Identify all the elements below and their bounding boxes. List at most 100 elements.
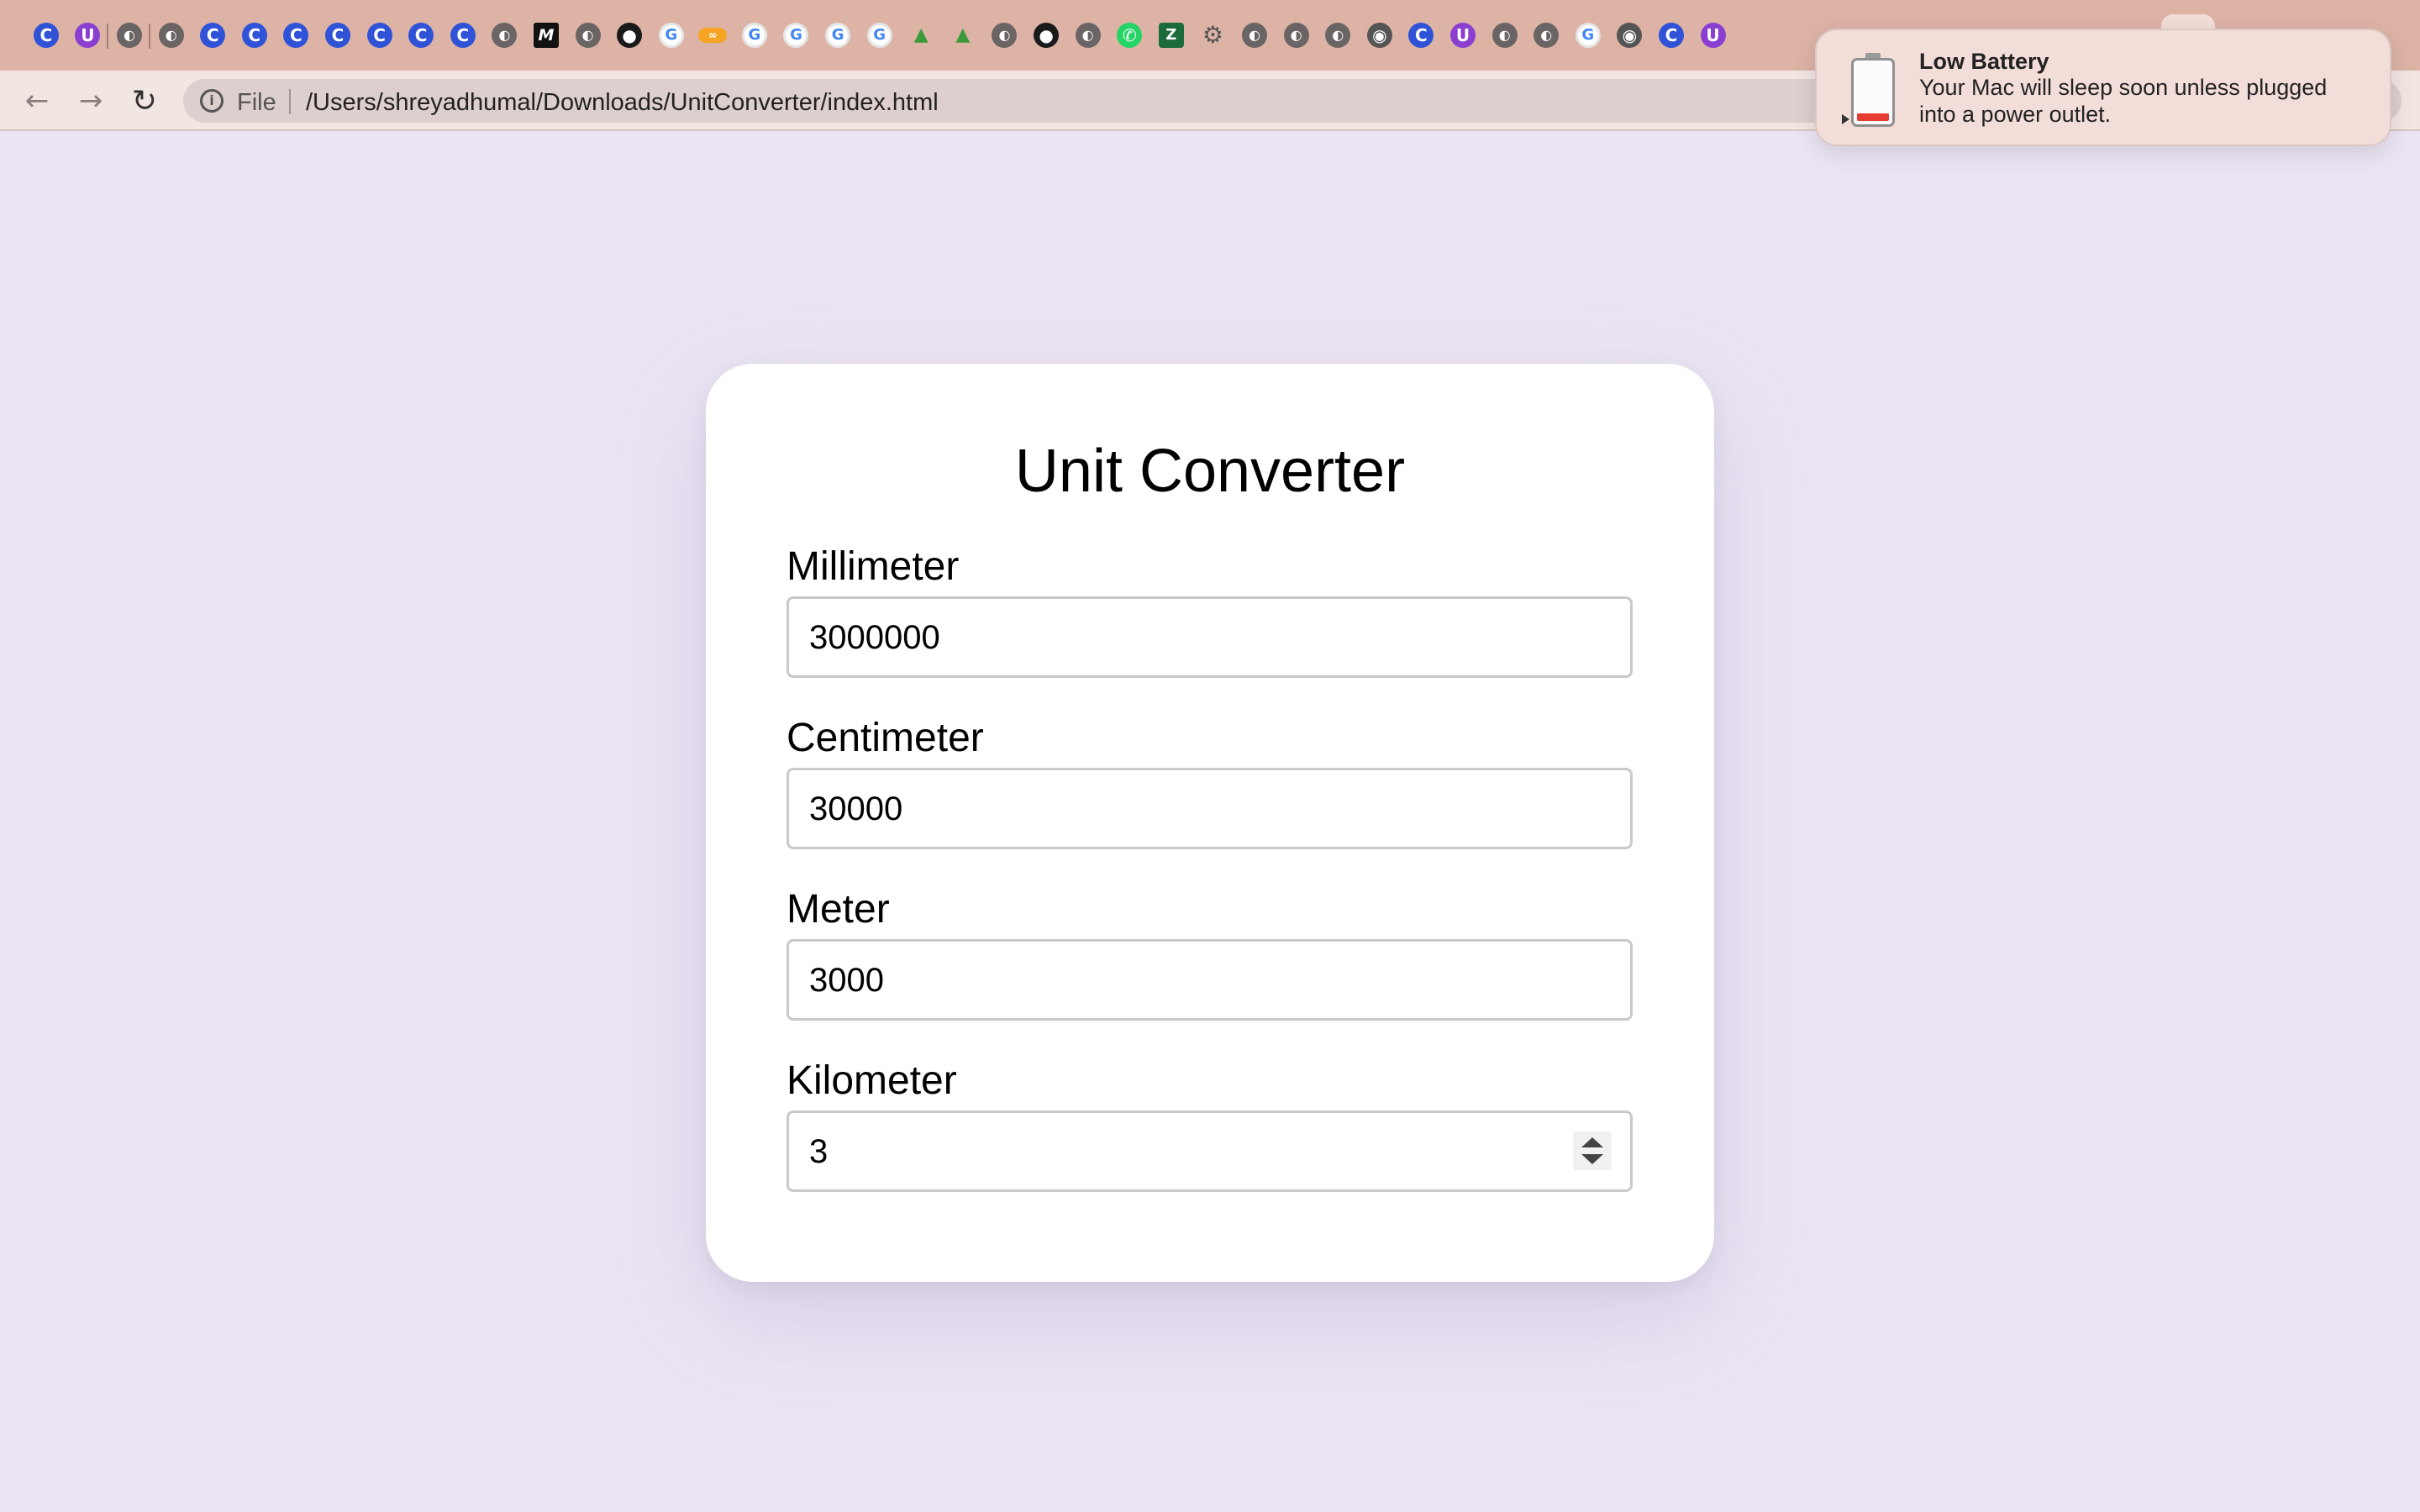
meter-value: 3000	[809, 962, 884, 999]
browser-tab[interactable]: ✆	[1108, 0, 1150, 71]
browser-tab[interactable]: ◐	[1484, 0, 1526, 71]
google-icon: G	[783, 23, 809, 48]
browser-tab[interactable]: ◐	[150, 0, 192, 71]
url-divider	[289, 89, 291, 114]
increment-icon[interactable]	[1581, 1137, 1603, 1147]
browser-tab[interactable]: ◐	[1276, 0, 1318, 71]
browser-tab[interactable]: C	[25, 0, 67, 71]
notification-body: Your Mac will sleep soon unless plugged …	[1919, 75, 2328, 128]
browser-tab[interactable]: ◐	[1234, 0, 1276, 71]
browser-tab[interactable]: ◐	[1317, 0, 1359, 71]
browser-tab[interactable]: C	[359, 0, 401, 71]
number-spinner[interactable]	[1573, 1131, 1612, 1170]
millimeter-input[interactable]: 3000000	[786, 596, 1633, 678]
browser-tab[interactable]: ◐	[984, 0, 1026, 71]
browser-tab[interactable]: G	[650, 0, 692, 71]
back-button[interactable]: ←	[20, 84, 54, 118]
c-circle-icon: C	[1658, 23, 1684, 48]
browser-tab[interactable]: ◐	[1525, 0, 1567, 71]
meter-input[interactable]: 3000	[786, 939, 1633, 1021]
notification-title: Low Battery	[1919, 49, 2049, 74]
centimeter-input[interactable]: 30000	[786, 768, 1633, 849]
browser-tab[interactable]: U	[1442, 0, 1484, 71]
globe-icon: ◐	[1242, 23, 1268, 48]
browser-tab[interactable]: ◉	[1609, 0, 1651, 71]
browser-tab[interactable]: C	[400, 0, 442, 71]
globe-icon: ◐	[116, 23, 142, 48]
c-circle-icon: C	[366, 23, 392, 48]
m-square-icon: M	[533, 23, 559, 48]
c-circle-icon: C	[408, 23, 434, 48]
c-circle-icon: C	[324, 23, 350, 48]
browser-tab[interactable]: ◐	[108, 0, 150, 71]
google-icon: G	[866, 23, 892, 48]
browser-tab[interactable]: ▲	[900, 0, 942, 71]
browser-tab[interactable]: C	[276, 0, 318, 71]
page-content: Unit Converter Millimeter 3000000 Centim…	[0, 131, 2420, 1512]
google-icon: G	[825, 23, 851, 48]
browser-tab[interactable]: ◐	[484, 0, 526, 71]
browser-tab[interactable]: ●	[1025, 0, 1067, 71]
battery-icon	[1851, 53, 1895, 127]
browser-tab[interactable]: ∞	[692, 0, 734, 71]
browser-tab[interactable]: G	[776, 0, 818, 71]
globe-icon: ◐	[1325, 23, 1351, 48]
url-text[interactable]: /Users/shreyadhumal/Downloads/UnitConver…	[306, 89, 939, 117]
orange-pill-icon: ∞	[698, 28, 728, 43]
browser-tab[interactable]: C	[192, 0, 234, 71]
google-icon: G	[1575, 23, 1601, 48]
browser-tab[interactable]: G	[734, 0, 776, 71]
triangle-icon: ▲	[955, 24, 971, 45]
globe-icon: ◐	[992, 23, 1018, 48]
globe-icon: ◐	[1491, 23, 1518, 48]
browser-tab[interactable]: U	[67, 0, 109, 71]
centimeter-label: Centimeter	[786, 716, 984, 760]
globe-icon: ◐	[1283, 23, 1309, 48]
browser-tab[interactable]: C	[442, 0, 484, 71]
info-icon[interactable]: i	[200, 89, 224, 113]
millimeter-value: 3000000	[809, 619, 940, 656]
meter-label: Meter	[786, 887, 890, 932]
low-battery-notification[interactable]: Low Battery Your Mac will sleep soon unl…	[1815, 29, 2391, 146]
kilometer-label: Kilometer	[786, 1058, 957, 1103]
chrome-icon: ◉	[1617, 23, 1643, 48]
forward-arrow-icon: →	[78, 84, 103, 118]
browser-tab[interactable]: ◐	[1067, 0, 1109, 71]
github-icon: ●	[617, 23, 643, 48]
browser-tab[interactable]: ◉	[1359, 0, 1401, 71]
browser-tab[interactable]: U	[1692, 0, 1734, 71]
browser-tab[interactable]: G	[1567, 0, 1609, 71]
c-circle-icon: C	[1408, 23, 1434, 48]
u-circle-icon: U	[1700, 23, 1726, 48]
forward-button[interactable]: →	[74, 84, 108, 118]
browser-tab[interactable]: G	[859, 0, 901, 71]
reload-button[interactable]: ↻	[128, 84, 161, 118]
battery-body	[1851, 58, 1895, 127]
browser-tab[interactable]: ⚙	[1192, 0, 1234, 71]
browser-tab[interactable]: ◐	[567, 0, 609, 71]
reload-icon: ↻	[131, 83, 158, 118]
browser-tab[interactable]: Z	[1150, 0, 1192, 71]
kilometer-value: 3	[809, 1133, 829, 1170]
browser-tab[interactable]: ●	[608, 0, 650, 71]
battery-level	[1857, 113, 1889, 121]
browser-tab[interactable]: C	[234, 0, 276, 71]
expand-arrow-icon[interactable]	[1842, 114, 1849, 124]
browser-tab[interactable]: ▲	[942, 0, 984, 71]
back-arrow-icon: ←	[24, 84, 50, 118]
u-circle-icon: U	[1449, 23, 1476, 48]
c-circle-icon: C	[200, 23, 226, 48]
browser-tab[interactable]: C	[1650, 0, 1692, 71]
gear-icon: ⚙	[1202, 21, 1223, 49]
browser-tab[interactable]: M	[525, 0, 567, 71]
browser-tab[interactable]: G	[817, 0, 859, 71]
c-circle-icon: C	[450, 23, 476, 48]
kilometer-input[interactable]: 3	[786, 1110, 1633, 1192]
scheme-label: File	[237, 89, 276, 116]
decrement-icon[interactable]	[1581, 1154, 1603, 1164]
browser-tab[interactable]: C	[317, 0, 359, 71]
chrome-icon: ◉	[1366, 23, 1392, 48]
triangle-icon: ▲	[913, 24, 929, 45]
browser-tab[interactable]: C	[1401, 0, 1443, 71]
globe-icon: ◐	[575, 23, 601, 48]
